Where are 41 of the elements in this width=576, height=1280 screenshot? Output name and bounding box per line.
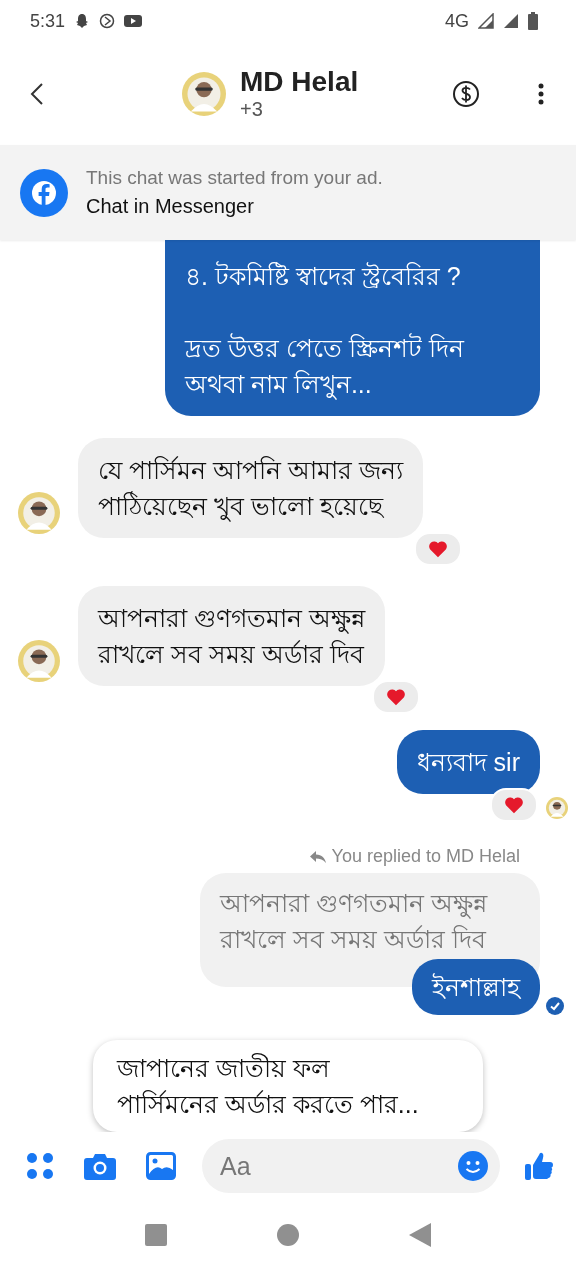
heart-icon bbox=[428, 540, 448, 558]
reply-label: You replied to MD Helal bbox=[331, 846, 520, 867]
message-bubble: আপনারা গুণগতমান অক্ষুন্ন রাখলে সব সময় অর্ডার দিব bbox=[78, 586, 385, 686]
heart-icon bbox=[504, 796, 524, 814]
image-icon bbox=[146, 1152, 176, 1180]
reaction-badge[interactable] bbox=[372, 680, 420, 714]
thumbs-up-icon bbox=[524, 1151, 554, 1181]
reaction-badge[interactable] bbox=[490, 788, 538, 822]
ad-banner[interactable]: This chat was started from your ad. Chat in Messenger bbox=[0, 145, 576, 240]
avatar bbox=[182, 71, 226, 116]
avatar bbox=[18, 640, 60, 682]
message-preview[interactable]: জাপানের জাতীয় ফল পার্সিমনের অর্ডার করতে পার... bbox=[93, 1040, 483, 1132]
triangle-icon bbox=[409, 1223, 431, 1247]
signal-icon bbox=[503, 13, 519, 29]
reply-icon bbox=[309, 849, 326, 864]
banner-note: This chat was started from your ad. bbox=[86, 167, 383, 189]
facebook-icon bbox=[20, 168, 68, 217]
camera-icon bbox=[84, 1152, 116, 1180]
signal-icon bbox=[478, 13, 494, 29]
banner-title: Chat in Messenger bbox=[86, 195, 255, 218]
square-icon bbox=[145, 1224, 167, 1246]
heart-icon bbox=[386, 688, 406, 706]
network-type: 4G bbox=[445, 10, 469, 32]
avatar bbox=[18, 492, 60, 534]
message-bubble: ইনশাল্লাহ bbox=[412, 959, 540, 1015]
battery-icon bbox=[528, 12, 538, 30]
contact-name: MD Helal bbox=[240, 66, 359, 98]
participant-count: +3 bbox=[240, 98, 264, 121]
message-field[interactable]: Aa bbox=[202, 1139, 500, 1193]
emoji-icon[interactable] bbox=[458, 1151, 488, 1181]
clock-time: 5:31 bbox=[30, 10, 66, 32]
more-icon bbox=[538, 81, 544, 106]
dollar-icon bbox=[452, 79, 480, 108]
circle-icon bbox=[277, 1224, 299, 1246]
message-bubble: ধন্যবাদ sir bbox=[396, 730, 540, 794]
message-bubble: যে পার্সিমন আপনি আমার জন্য পাঠিয়েছেন খুব ভালো হয়েছে bbox=[78, 438, 423, 538]
message-bubble: ৪. টকমিষ্টি স্বাদের স্ট্রবেরির ? দ্রত উত্তর পেতে স্ক্রিনশট দিন অথবা নাম লিখুন... bbox=[165, 240, 540, 416]
reaction-badge[interactable] bbox=[414, 532, 462, 566]
back-icon bbox=[30, 81, 44, 106]
dots-grid-icon bbox=[26, 1152, 54, 1180]
play-icon bbox=[124, 14, 143, 28]
